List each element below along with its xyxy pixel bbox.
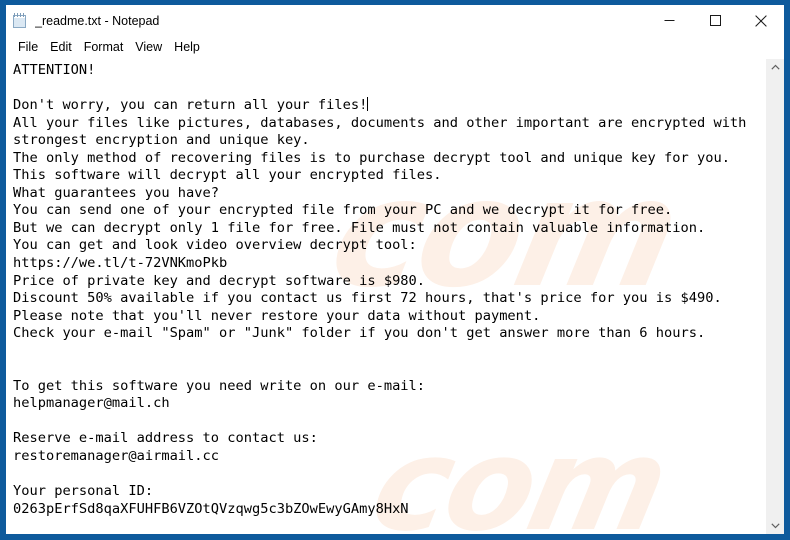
note-line: Please note that you'll never restore yo…	[13, 307, 541, 324]
note-line: Check your e-mail "Spam" or "Junk" folde…	[13, 325, 706, 342]
note-line: helpmanager@mail.ch	[13, 395, 170, 412]
ransom-note-text[interactable]: ATTENTION! Don't worry, you can return a…	[6, 59, 766, 518]
vertical-scrollbar[interactable]	[766, 59, 784, 534]
note-line: This software will decrypt all your encr…	[13, 167, 442, 184]
caption-button-group	[646, 5, 784, 37]
editor-area: com com ATTENTION! Don't worry, you can …	[6, 59, 784, 534]
menu-item-file[interactable]: File	[12, 39, 44, 57]
note-line: What guarantees you have?	[13, 184, 220, 201]
maximize-icon	[709, 15, 721, 26]
note-line: You can send one of your encrypted file …	[13, 202, 673, 219]
note-line: The only method of recovering files is t…	[13, 149, 730, 166]
text-caret	[367, 97, 369, 112]
scrollbar-track[interactable]	[767, 76, 784, 517]
window-title: _readme.txt - Notepad	[35, 14, 160, 28]
notepad-window: _readme.txt - Notepad File Edit Format V…	[0, 0, 790, 540]
close-icon	[755, 14, 767, 27]
text-editor[interactable]: com com ATTENTION! Don't worry, you can …	[6, 59, 766, 534]
menu-item-help[interactable]: Help	[168, 39, 206, 57]
note-line: strongest encryption and unique key.	[13, 132, 310, 149]
menu-bar: File Edit Format View Help	[6, 37, 784, 59]
note-line: All your files like pictures, databases,…	[13, 114, 747, 131]
note-line: Discount 50% available if you contact us…	[13, 290, 722, 307]
note-line: Reserve e-mail address to contact us:	[13, 430, 318, 447]
note-line: 0263pErfSd8qaXFUHFB6VZOtQVzqwg5c3bZOwEwy…	[13, 500, 409, 517]
note-line: But we can decrypt only 1 file for free.…	[13, 219, 706, 236]
menu-item-format[interactable]: Format	[78, 39, 130, 57]
menu-item-edit[interactable]: Edit	[44, 39, 78, 57]
menu-item-view[interactable]: View	[129, 39, 168, 57]
title-bar[interactable]: _readme.txt - Notepad	[6, 5, 784, 37]
note-line: https://we.tl/t-72VNKmoPkb	[13, 255, 228, 272]
note-line: Don't worry, you can return all your fil…	[13, 97, 368, 114]
note-line: restoremanager@airmail.cc	[13, 448, 220, 465]
note-line: Price of private key and decrypt softwar…	[13, 272, 426, 289]
minimize-button[interactable]	[646, 5, 692, 36]
note-line: Your personal ID:	[13, 483, 154, 500]
chevron-down-icon	[771, 523, 780, 529]
note-line: You can get and look video overview decr…	[13, 237, 417, 254]
notepad-icon	[12, 13, 28, 29]
chevron-up-icon	[771, 64, 780, 70]
close-button[interactable]	[738, 5, 784, 36]
maximize-button[interactable]	[692, 5, 738, 36]
scroll-down-button[interactable]	[767, 517, 784, 534]
note-line: ATTENTION!	[13, 62, 96, 78]
note-line: To get this software you need write on o…	[13, 377, 426, 394]
title-bar-left: _readme.txt - Notepad	[6, 13, 646, 29]
minimize-icon	[664, 20, 674, 21]
scroll-up-button[interactable]	[767, 59, 784, 76]
